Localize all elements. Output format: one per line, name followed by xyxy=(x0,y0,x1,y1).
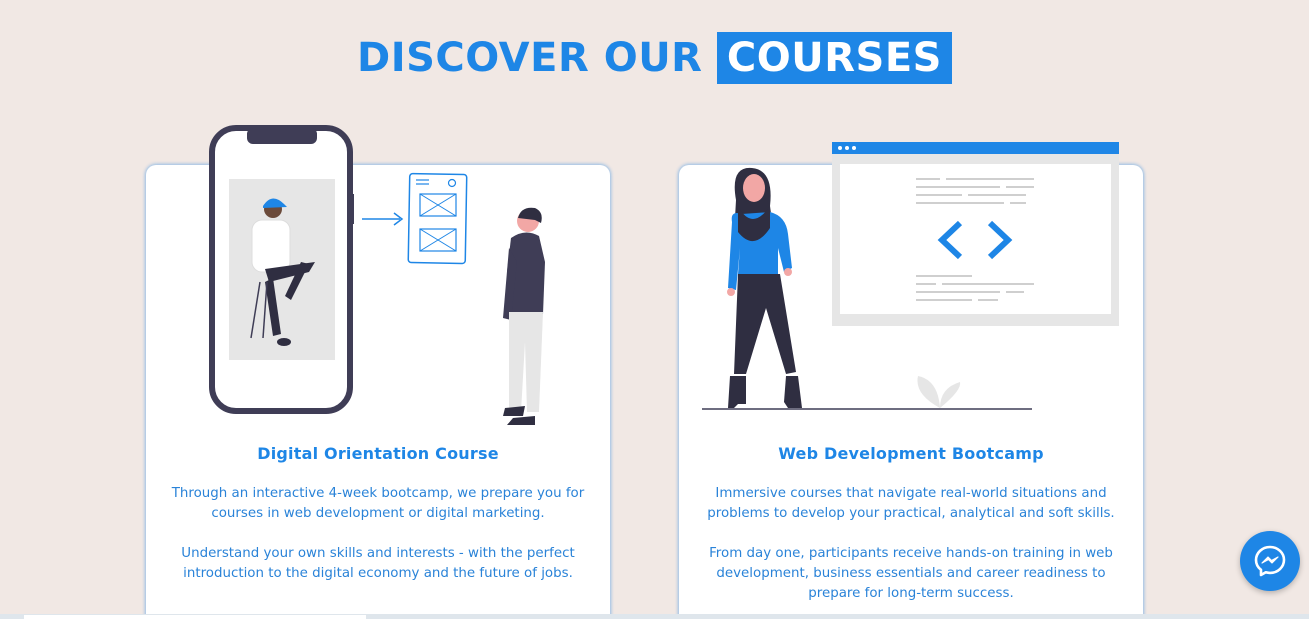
course-description: Immersive courses that navigate real-wor… xyxy=(707,486,1115,521)
code-window-illustration xyxy=(702,142,1119,410)
bottom-strip-segment xyxy=(24,615,366,619)
course-title[interactable]: Digital Orientation Course xyxy=(146,444,610,463)
section-heading: DISCOVER OUR COURSES xyxy=(0,32,1309,84)
course-title[interactable]: Web Development Bootcamp xyxy=(679,444,1143,463)
messenger-chat-button[interactable] xyxy=(1240,531,1300,591)
bottom-scroll-strip xyxy=(0,614,1309,619)
course-description-secondary: From day one, participants receive hands… xyxy=(709,546,1113,601)
heading-highlight: COURSES xyxy=(716,32,952,84)
course-description-secondary: Understand your own skills and interests… xyxy=(181,546,575,581)
mobile-wireframe-illustration xyxy=(209,125,545,425)
course-description: Through an interactive 4-week bootcamp, … xyxy=(171,486,585,521)
messenger-icon xyxy=(1254,545,1286,577)
heading-text: DISCOVER OUR xyxy=(357,35,717,81)
